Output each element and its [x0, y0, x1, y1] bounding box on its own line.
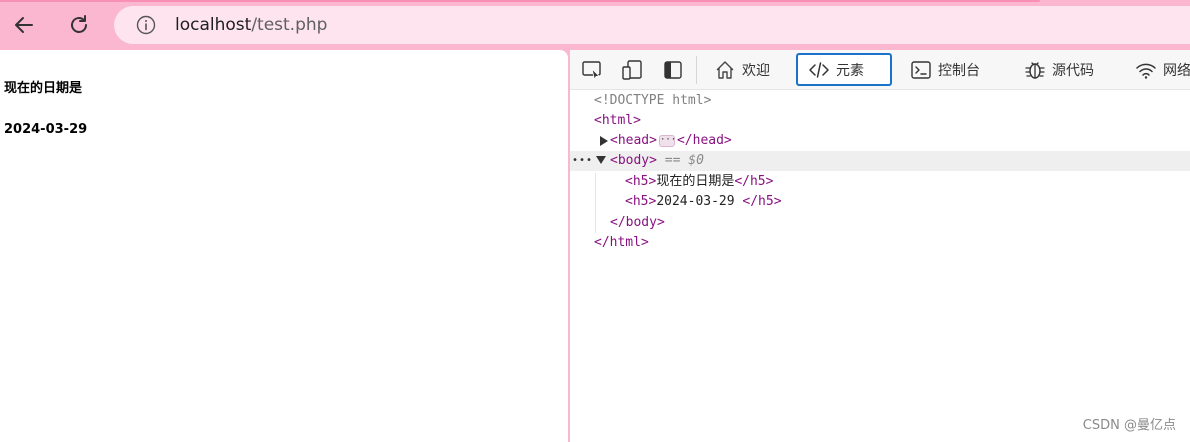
- dom-node-html[interactable]: <html>: [570, 111, 1190, 131]
- collapsed-children-badge[interactable]: ···: [658, 134, 676, 147]
- url-host: localhost: [175, 15, 252, 35]
- device-emulation-icon[interactable]: [621, 59, 643, 81]
- expand-triangle-icon[interactable]: [600, 136, 608, 146]
- date-heading-label: 现在的日期是: [4, 81, 83, 96]
- h5-close-tag: </h5>: [734, 174, 774, 189]
- tab-network[interactable]: 网络: [1135, 53, 1190, 86]
- h5-close-tag: </h5>: [742, 194, 782, 209]
- dom-node-h5-first[interactable]: <h5>现在的日期是</h5>: [570, 172, 1190, 192]
- inspect-element-icon[interactable]: [581, 59, 603, 81]
- page-viewport: 现在的日期是 2024-03-29: [0, 50, 568, 442]
- h5-second-text: <h5>2024-03-29 </h5>: [625, 192, 782, 212]
- dom-node-body[interactable]: ••• <body> == $0: [570, 151, 1190, 171]
- tab-console-label: 控制台: [938, 62, 980, 79]
- code-tag-icon: [809, 61, 829, 78]
- address-bar[interactable]: localhost/test.php: [114, 6, 1190, 44]
- tab-console[interactable]: 控制台: [910, 53, 980, 86]
- h5-text-content: 2024-03-29: [656, 194, 743, 209]
- h5-open-tag: <h5>: [625, 174, 657, 189]
- h5-text-content: 现在的日期是: [656, 174, 735, 189]
- selected-marker: == $0: [664, 153, 704, 168]
- url-text[interactable]: localhost/test.php: [175, 14, 327, 36]
- html-open-tag: <html>: [594, 113, 641, 128]
- console-icon: [911, 60, 931, 79]
- doctype-text: <!DOCTYPE html>: [594, 93, 712, 108]
- devtools-panel: 欢迎 元素 控制台 源代码 网络 <!DOCTYPE html> <html> …: [570, 50, 1190, 442]
- browser-toolbar: localhost/test.php: [0, 0, 1190, 50]
- row-actions-dots[interactable]: •••: [572, 151, 593, 171]
- tab-sources[interactable]: 源代码: [1024, 53, 1094, 86]
- home-icon: [716, 60, 734, 79]
- tab-strip-edge: [0, 0, 1040, 2]
- url-path: /test.php: [251, 15, 328, 35]
- tab-elements-label: 元素: [836, 62, 864, 79]
- back-button[interactable]: [7, 8, 41, 42]
- dom-node-body-close[interactable]: </body>: [570, 213, 1190, 233]
- dom-node-html-close[interactable]: </html>: [570, 233, 1190, 253]
- arrow-left-icon: [15, 17, 33, 33]
- collapse-triangle-icon[interactable]: [596, 156, 606, 164]
- dom-node-doctype[interactable]: <!DOCTYPE html>: [570, 91, 1190, 111]
- tab-network-label: 网络: [1163, 62, 1190, 79]
- tab-welcome-label: 欢迎: [742, 62, 770, 79]
- date-heading-value: 2024-03-29: [4, 122, 88, 137]
- tab-welcome[interactable]: 欢迎: [714, 53, 770, 86]
- body-close-tag: </body>: [610, 215, 665, 230]
- watermark: CSDN @曼亿点: [1082, 418, 1176, 433]
- dom-node-h5-second[interactable]: <h5>2024-03-29 </h5>: [570, 192, 1190, 212]
- head-node-text: <head> ···</head>: [610, 131, 732, 151]
- indent-guide: [595, 173, 596, 233]
- dom-node-head[interactable]: <head> ···</head>: [570, 131, 1190, 151]
- html-close-tag: </html>: [594, 235, 649, 250]
- refresh-button[interactable]: [62, 8, 96, 42]
- head-close-tag: </head>: [676, 133, 732, 148]
- info-icon[interactable]: [136, 15, 156, 35]
- head-open-tag: <head>: [610, 133, 657, 148]
- body-node-text: <body> == $0: [610, 151, 704, 171]
- h5-open-tag: <h5>: [625, 194, 657, 209]
- tab-sources-label: 源代码: [1052, 62, 1094, 79]
- bug-icon: [1025, 61, 1045, 79]
- wifi-icon: [1136, 63, 1156, 79]
- dock-side-icon[interactable]: [662, 59, 684, 81]
- refresh-icon: [71, 15, 87, 33]
- devtools-tab-bar: 欢迎 元素 控制台 源代码 网络: [570, 50, 1190, 90]
- body-open-tag: <body>: [610, 153, 657, 168]
- toolbar-separator: [696, 56, 697, 84]
- h5-first-text: <h5>现在的日期是</h5>: [625, 172, 773, 192]
- tab-elements[interactable]: 元素: [796, 53, 892, 86]
